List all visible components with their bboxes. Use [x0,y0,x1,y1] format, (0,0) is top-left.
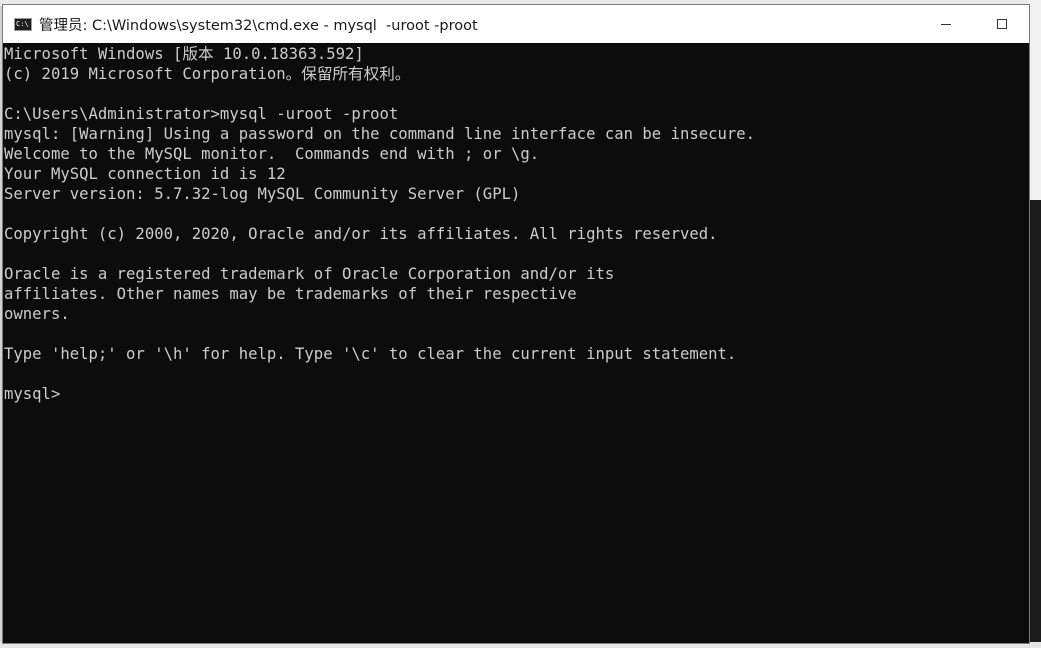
console-line: Your MySQL connection id is 12 [4,165,286,183]
console-line: C:\Users\Administrator>mysql -uroot -pro… [4,105,399,123]
console-line: Server version: 5.7.32-log MySQL Communi… [4,185,521,203]
window-title: 管理员: C:\Windows\system32\cmd.exe - mysql… [39,17,478,34]
console-line: Type 'help;' or '\h' for help. Type '\c'… [4,345,737,363]
maximize-icon [997,19,1007,29]
console-line: owners. [4,305,70,323]
minimize-button[interactable] [923,5,969,43]
minimize-icon [941,23,951,25]
console-line: (c) 2019 Microsoft Corporation。保留所有权利。 [4,65,411,83]
console-line: affiliates. Other names may be trademark… [4,285,577,303]
console-line: mysql: [Warning] Using a password on the… [4,125,756,143]
background-dark-edge [1029,200,1041,648]
console-output[interactable]: Microsoft Windows [版本 10.0.18363.592] (c… [3,43,1029,643]
mysql-prompt[interactable]: mysql> [4,384,60,404]
console-line: Oracle is a registered trademark of Orac… [4,265,615,283]
title-bar[interactable]: C:\ 管理员: C:\Windows\system32\cmd.exe - m… [3,5,1029,43]
console-line: Copyright (c) 2000, 2020, Oracle and/or … [4,225,718,243]
cmd-window[interactable]: C:\ 管理员: C:\Windows\system32\cmd.exe - m… [2,4,1030,644]
console-app-icon[interactable]: C:\ [14,17,32,31]
maximize-button[interactable] [979,5,1025,43]
background-window-edge [1029,0,1041,200]
console-line: Welcome to the MySQL monitor. Commands e… [4,145,540,163]
console-line: Microsoft Windows [版本 10.0.18363.592] [4,45,364,63]
